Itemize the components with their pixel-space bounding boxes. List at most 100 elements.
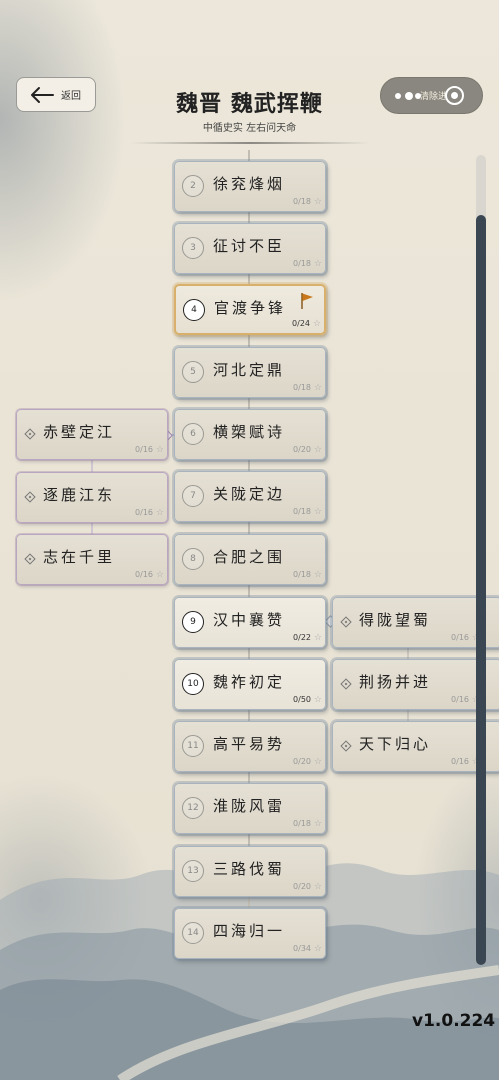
- mini-program-capsule[interactable]: 清除进: [380, 77, 483, 114]
- level-number: 14: [182, 922, 204, 944]
- level-name: 赤壁定江: [43, 423, 116, 441]
- level-name: 荆扬并进: [359, 673, 432, 691]
- level-progress: 0/16: [135, 508, 153, 517]
- level-progress: 0/18: [293, 259, 311, 268]
- flag-icon: [301, 293, 313, 309]
- level-name: 横槊赋诗: [213, 423, 286, 441]
- level-progress: 0/20: [293, 882, 311, 891]
- level-number: 2: [182, 175, 204, 197]
- level-node-12[interactable]: 12 淮陇风雷 0/18 ☆: [174, 783, 326, 834]
- diamond-icon: [340, 616, 352, 628]
- level-progress: 0/34: [293, 944, 311, 953]
- level-name: 高平易势: [213, 735, 286, 753]
- level-progress: 0/18: [293, 507, 311, 516]
- level-name: 官渡争锋: [214, 299, 287, 317]
- star-icon: ☆: [155, 445, 164, 455]
- level-number: 3: [182, 237, 204, 259]
- level-number: 6: [182, 423, 204, 445]
- star-icon: ☆: [313, 445, 322, 455]
- level-number: 11: [182, 735, 204, 757]
- level-number: 9: [182, 611, 204, 633]
- level-node-11[interactable]: 11 高平易势 0/20 ☆: [174, 721, 326, 772]
- branch-left-node-2[interactable]: 逐鹿江东 0/16 ☆: [16, 472, 168, 523]
- level-node-9[interactable]: 9 汉中襄赞 0/22 ☆: [174, 597, 326, 648]
- branch-left-node-1[interactable]: 赤壁定江 0/16 ☆: [16, 409, 168, 460]
- star-icon: ☆: [313, 197, 322, 207]
- level-name: 徐兖烽烟: [213, 175, 286, 193]
- branch-right-node-3[interactable]: 天下归心 0/16 ☆: [332, 721, 499, 772]
- target-circle-icon[interactable]: [445, 86, 464, 105]
- level-progress: 0/18: [293, 197, 311, 206]
- level-progress: 0/18: [293, 383, 311, 392]
- branch-right-node-1[interactable]: 得陇望蜀 0/16 ☆: [332, 597, 499, 648]
- diamond-icon: [24, 491, 36, 503]
- star-icon: ☆: [313, 259, 322, 269]
- level-name: 逐鹿江东: [43, 486, 116, 504]
- level-progress: 0/18: [293, 570, 311, 579]
- diamond-icon: [24, 553, 36, 565]
- diamond-icon: [340, 740, 352, 752]
- level-node-4-current[interactable]: 4 官渡争锋 0/24 ☆: [174, 284, 326, 335]
- title-divider: [130, 142, 370, 144]
- level-progress: 0/16: [135, 570, 153, 579]
- branch-left-node-3[interactable]: 志在千里 0/16 ☆: [16, 534, 168, 585]
- star-icon: ☆: [155, 508, 164, 518]
- diamond-icon: [24, 428, 36, 440]
- star-icon: ☆: [155, 570, 164, 580]
- level-node-13[interactable]: 13 三路伐蜀 0/20 ☆: [174, 846, 326, 897]
- level-name: 征讨不臣: [213, 237, 286, 255]
- page-subtitle: 中循史实 左右问天命: [202, 123, 297, 134]
- level-progress: 0/22: [293, 633, 311, 642]
- star-icon: ☆: [313, 383, 322, 393]
- level-name: 四海归一: [213, 922, 286, 940]
- level-node-8[interactable]: 8 合肥之围 0/18 ☆: [174, 534, 326, 585]
- level-name: 淮陇风雷: [213, 797, 286, 815]
- star-icon: ☆: [313, 695, 322, 705]
- level-progress: 0/20: [293, 757, 311, 766]
- level-progress: 0/24: [292, 319, 310, 328]
- star-icon: ☆: [313, 633, 322, 643]
- level-progress: 0/16: [135, 445, 153, 454]
- star-icon: ☆: [313, 882, 322, 892]
- level-name: 关陇定边: [213, 485, 286, 503]
- star-icon: ☆: [312, 319, 321, 329]
- level-number: 12: [182, 797, 204, 819]
- level-node-2[interactable]: 2 徐兖烽烟 0/18 ☆: [174, 161, 326, 212]
- level-progress: 0/16: [451, 633, 469, 642]
- diamond-icon: [340, 678, 352, 690]
- star-icon: ☆: [313, 570, 322, 580]
- level-progress: 0/16: [451, 695, 469, 704]
- level-name: 天下归心: [359, 735, 432, 753]
- level-progress: 0/20: [293, 445, 311, 454]
- level-name: 合肥之围: [213, 548, 286, 566]
- clear-progress-label[interactable]: 清除进: [420, 89, 447, 102]
- level-name: 魏祚初定: [213, 673, 286, 691]
- version-label: v1.0.224: [412, 1011, 496, 1031]
- level-node-5[interactable]: 5 河北定鼎 0/18 ☆: [174, 347, 326, 398]
- star-icon: ☆: [313, 819, 322, 829]
- level-name: 志在千里: [43, 548, 116, 566]
- level-name: 汉中襄赞: [213, 611, 286, 629]
- level-number: 8: [182, 548, 204, 570]
- level-node-7[interactable]: 7 关陇定边 0/18 ☆: [174, 471, 326, 522]
- more-dots-icon[interactable]: [395, 92, 421, 100]
- level-number: 10: [182, 673, 204, 695]
- level-name: 河北定鼎: [213, 361, 286, 379]
- level-node-10[interactable]: 10 魏祚初定 0/50 ☆: [174, 659, 326, 710]
- star-icon: ☆: [313, 757, 322, 767]
- branch-right-node-2[interactable]: 荆扬并进 0/16 ☆: [332, 659, 499, 710]
- level-number: 7: [182, 485, 204, 507]
- level-progress: 0/18: [293, 819, 311, 828]
- level-node-3[interactable]: 3 征讨不臣 0/18 ☆: [174, 223, 326, 274]
- level-number: 13: [182, 860, 204, 882]
- level-number: 5: [182, 361, 204, 383]
- scrollbar-thumb[interactable]: [476, 215, 486, 965]
- level-progress: 0/50: [293, 695, 311, 704]
- level-name: 得陇望蜀: [359, 611, 432, 629]
- level-name: 三路伐蜀: [213, 860, 286, 878]
- star-icon: ☆: [313, 507, 322, 517]
- level-progress: 0/16: [451, 757, 469, 766]
- star-icon: ☆: [313, 944, 322, 954]
- level-node-14[interactable]: 14 四海归一 0/34 ☆: [174, 908, 326, 959]
- level-node-6[interactable]: 6 横槊赋诗 0/20 ☆: [174, 409, 326, 460]
